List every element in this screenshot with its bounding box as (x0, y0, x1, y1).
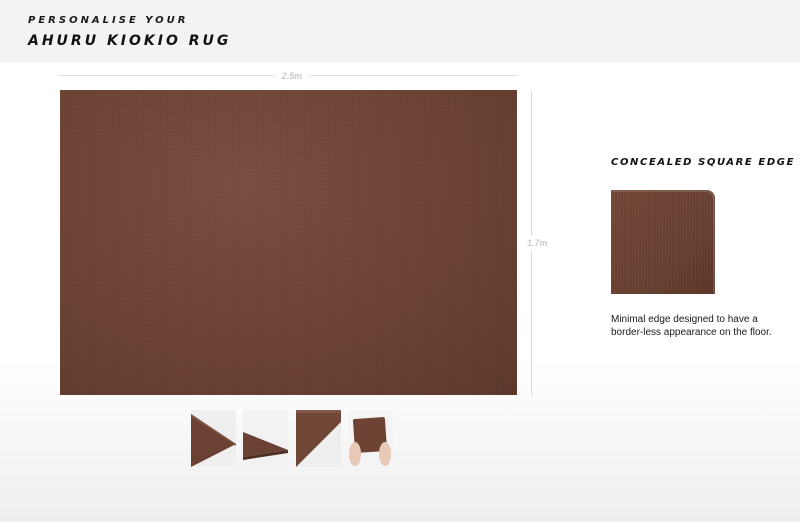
thumbnail-rug-corner-flat[interactable] (191, 410, 236, 467)
edge-option-description: Minimal edge designed to have a border-l… (611, 314, 772, 338)
page-header: PERSONALISE YOUR AHURU KIOKIO RUG (0, 0, 800, 62)
rug-corner-flat-icon (191, 410, 236, 467)
edge-option-swatch[interactable] (611, 190, 715, 294)
rug-texture-closeup-icon (296, 410, 341, 467)
height-dimension-label: 1.7m (527, 236, 557, 250)
page-title: AHURU KIOKIO RUG (28, 33, 232, 49)
rug-in-hands-icon (348, 410, 393, 467)
rug-corner-angle-icon (243, 410, 288, 467)
thumbnail-rug-corner-angle[interactable] (243, 410, 288, 467)
thumbnail-rug-in-hands[interactable] (348, 410, 393, 467)
edge-option-title: CONCEALED SQUARE EDGE (611, 157, 796, 168)
thumbnail-rug-texture[interactable] (296, 410, 341, 467)
width-dimension-label: 2.5m (275, 69, 309, 83)
page-subtitle: PERSONALISE YOUR (28, 15, 189, 26)
rug-preview-image (60, 90, 517, 395)
